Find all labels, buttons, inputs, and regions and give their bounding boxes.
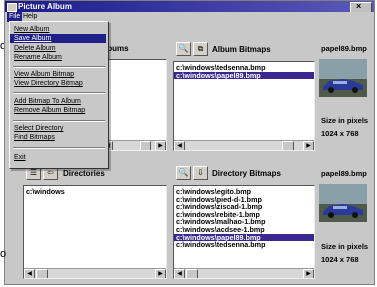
menu-separator (13, 120, 105, 122)
menu-item-view-directory-bitmap[interactable]: View Directory Bitmap (10, 79, 106, 88)
menu-separator (13, 147, 105, 149)
scroll-left-arrow[interactable]: ◀ (24, 269, 35, 278)
title-bar[interactable]: Picture Album × (5, 1, 374, 13)
scroll-right-arrow[interactable]: ▶ (155, 269, 166, 278)
album-bitmaps-hscroll[interactable]: ◀ ▶ (174, 140, 314, 150)
album-bitmaps-label: Album Bitmaps (212, 45, 271, 54)
directories-list[interactable]: c:\windows ◀ ▶ (23, 185, 167, 279)
directories-label: Directories (63, 169, 105, 178)
directory-preview-filename: papel89.bmp (321, 169, 367, 178)
glasses-icon[interactable]: ⧉ (193, 42, 208, 56)
directory-preview-size-label: Size in pixels (321, 242, 369, 251)
magnifier-icon[interactable]: 🔍 (176, 42, 191, 56)
menu-item-view-album-bitmap[interactable]: View Album Bitmap (10, 70, 106, 79)
window-title: Picture Album (18, 2, 72, 11)
list-item[interactable]: c:\windows (24, 188, 166, 196)
scroll-left-arrow[interactable]: ◀ (174, 141, 185, 150)
menu-item-select-directory[interactable]: Select Directory (10, 124, 106, 133)
scroll-right-arrow[interactable]: ▶ (303, 141, 314, 150)
magnifier-icon[interactable]: 🔍 (176, 166, 191, 180)
menu-item-add-bitmap[interactable]: Add Bitmap To Album (10, 97, 106, 106)
list-item[interactable]: c:\windows\tedsenna.bmp (174, 241, 314, 249)
menu-separator (13, 66, 105, 68)
scroll-thumb[interactable] (36, 269, 48, 278)
album-bitmaps-list[interactable]: c:\windows\tedsenna.bmp c:\windows\papel… (173, 61, 315, 151)
directory-preview-size-value: 1024 x 768 (321, 255, 359, 264)
albums-list[interactable]: ◀ ▶ (101, 59, 167, 151)
album-preview-size-value: 1024 x 768 (321, 129, 359, 138)
scroll-thumb[interactable] (186, 269, 198, 278)
edge-letter-bottom: o (0, 248, 7, 260)
picture-album-window: Picture Album × File Help lbums ◀ ▶ 🔍 ⧉ … (4, 0, 375, 285)
directory-bitmaps-label: Directory Bitmaps (212, 169, 281, 178)
album-preview-filename: papel89.bmp (321, 44, 367, 53)
scroll-right-arrow[interactable]: ▶ (303, 269, 314, 278)
menu-item-find-bitmaps[interactable]: Find Bitmaps (10, 133, 106, 142)
menu-item-exit[interactable]: Exit (10, 153, 106, 162)
pin-icon[interactable]: ⇩ (193, 166, 208, 180)
app-icon (7, 3, 17, 12)
directory-bitmaps-hscroll[interactable]: ◀ ▶ (174, 268, 314, 278)
directory-bitmaps-list[interactable]: c:\windows\egito.bmp c:\windows\pied-d-1… (173, 185, 315, 279)
album-preview-size-label: Size in pixels (321, 116, 369, 125)
scroll-right-arrow[interactable]: ▶ (155, 141, 166, 150)
menu-item-rename-album[interactable]: Rename Album (10, 53, 106, 62)
scroll-thumb[interactable] (282, 141, 294, 150)
list-item-selected[interactable]: c:\windows\papel89.bmp (174, 71, 314, 80)
file-menu-dropdown: New Album Save Album Delete Album Rename… (9, 21, 109, 169)
menu-item-remove-bitmap[interactable]: Remove Album Bitmap (10, 106, 106, 115)
menu-item-new-album[interactable]: New Album (10, 25, 106, 34)
scroll-left-arrow[interactable]: ◀ (174, 269, 185, 278)
album-preview-image (319, 59, 367, 97)
directory-preview-image (319, 184, 367, 222)
menu-item-save-album[interactable]: Save Album (10, 34, 106, 43)
scroll-thumb[interactable] (140, 141, 151, 150)
albums-hscroll[interactable]: ◀ ▶ (102, 140, 166, 150)
menu-separator (13, 92, 105, 94)
menu-item-delete-album[interactable]: Delete Album (10, 44, 106, 53)
directories-hscroll[interactable]: ◀ ▶ (24, 268, 166, 278)
